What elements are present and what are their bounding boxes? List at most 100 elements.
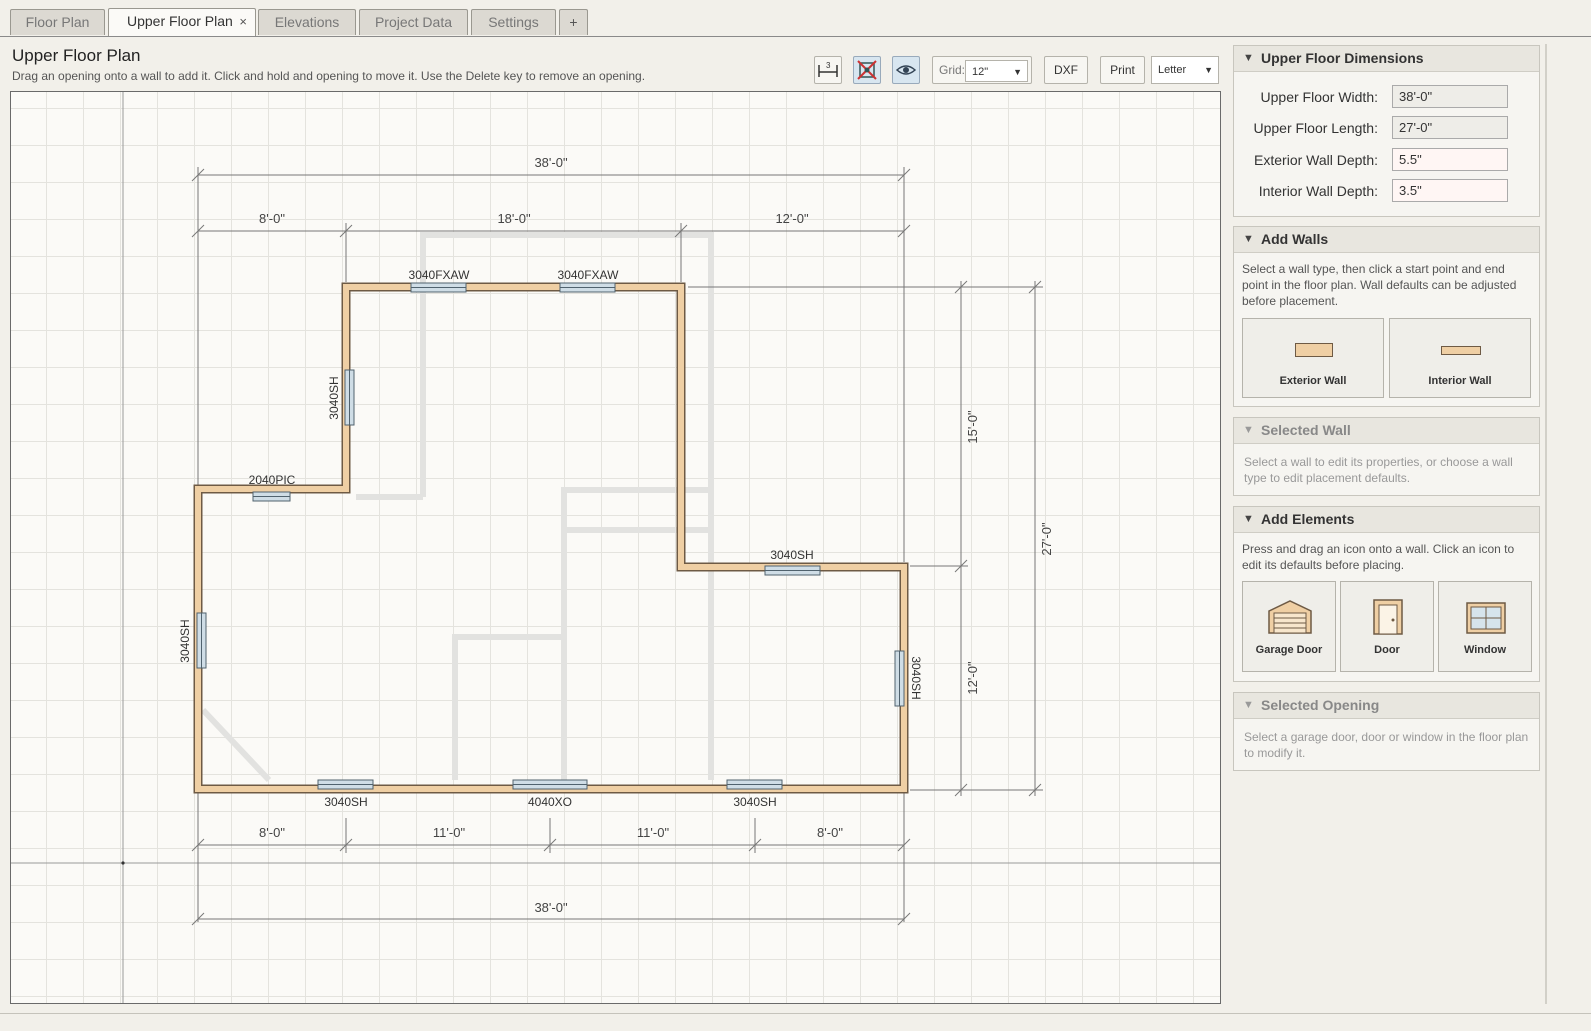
panel-header[interactable]: ▼ Selected Opening [1234,693,1539,719]
tab-settings[interactable]: Settings [471,9,556,35]
panel-description: Press and drag an icon onto a wall. Clic… [1242,542,1515,572]
interior-wall-button[interactable]: Interior Wall [1389,318,1531,398]
button-label: Interior Wall [1428,375,1492,387]
snap-toggle-button[interactable] [853,56,881,84]
dim-bottom-2: 11'-0" [433,825,466,840]
eye-icon [895,65,917,75]
tab-upper-floor-plan[interactable]: Upper Floor Plan × [108,8,256,36]
upper-floor-dimensions-panel: ▼ Upper Floor Dimensions Upper Floor Widt… [1233,45,1540,217]
dim-top-right: 12'-0" [775,211,809,226]
exterior-wall-button[interactable]: Exterior Wall [1242,318,1384,398]
panel-title: Selected Opening [1261,697,1380,713]
origin-point [121,861,125,865]
window-openings[interactable] [196,282,905,790]
label-step-window: 3040SH [770,548,813,562]
collapse-triangle-icon[interactable]: ▼ [1243,227,1254,252]
add-walls-panel: ▼ Add Walls Select a wall type, then clic… [1233,226,1540,407]
opening-labels: 3040FXAW 3040FXAW 3040SH 2040PIC 3040SH … [178,268,923,809]
add-elements-panel: ▼ Add Elements Press and drag an icon ont… [1233,506,1540,682]
window-top-2[interactable] [559,282,616,293]
exterior-wall-depth-field[interactable]: 5.5" [1392,148,1508,171]
paper-size-select[interactable]: Letter ▼ [1151,56,1219,84]
dim-bottom-4: 8'-0" [817,825,843,840]
window-top-1[interactable] [410,282,467,293]
dimension-toggle-icon: 3 [818,61,838,77]
interior-wall-icon [1441,346,1481,355]
tab-elevations[interactable]: Elevations [258,9,356,35]
window-icon [1466,602,1506,634]
floor-plan-drawing[interactable]: 38'-0" 8'-0" 18'-0" 12'-0" 8'-0" 11'-0" … [11,92,1221,1004]
window-right[interactable] [894,650,905,707]
panel-title: Add Elements [1261,511,1355,527]
close-tab-icon[interactable]: × [239,9,247,34]
panel-title: Upper Floor Dimensions [1261,50,1424,66]
dim-right-overall: 27'-0" [1039,522,1054,556]
dim-top-mid: 18'-0" [497,211,531,226]
field-label: Exterior Wall Depth: [1254,152,1378,168]
interior-wall-depth-row: Interior Wall Depth: 3.5" [1234,179,1534,203]
window-button[interactable]: Window [1438,581,1532,672]
panel-header[interactable]: ▼ Add Elements [1234,507,1539,533]
panel-title: Add Walls [1261,231,1329,247]
window-left-lower[interactable] [196,612,207,669]
door-icon [1373,599,1403,635]
tab-label: Floor Plan [25,14,90,30]
field-label: Interior Wall Depth: [1258,183,1378,199]
tab-floor-plan[interactable]: Floor Plan [10,9,105,35]
dim-right-lower: 12'-0" [965,661,980,695]
button-label: Door [1374,644,1400,656]
window-step[interactable] [764,565,821,576]
upper-floor-width-field[interactable]: 38'-0" [1392,85,1508,108]
dim-top-overall: 38'-0" [534,155,568,170]
tab-label: Settings [488,14,539,30]
tab-label: Elevations [274,14,340,30]
label-bottom-window-3: 3040SH [733,795,776,809]
tab-project-data[interactable]: Project Data [359,9,468,35]
dimension-toggle-button[interactable]: 3 [814,56,842,84]
floor-plan-canvas[interactable]: 38'-0" 8'-0" 18'-0" 12'-0" 8'-0" 11'-0" … [10,91,1221,1004]
svg-text:3: 3 [826,61,831,70]
upper-floor-length-field[interactable]: 27'-0" [1392,116,1508,139]
window-bottom-3[interactable] [726,779,783,790]
dxf-label: DXF [1054,63,1078,77]
panel-title: Selected Wall [1261,422,1351,438]
window-bottom-1[interactable] [317,779,374,790]
window-bottom-2[interactable] [512,779,588,790]
collapse-triangle-icon[interactable]: ▼ [1243,507,1254,532]
dim-right-upper: 15'-0" [965,410,980,444]
window-pic[interactable] [252,491,291,502]
label-top-window-2: 3040FXAW [558,268,620,282]
print-button[interactable]: Print [1100,56,1145,84]
chevron-down-icon: ▼ [1204,65,1213,75]
interior-wall-depth-field[interactable]: 3.5" [1392,179,1508,202]
dxf-button[interactable]: DXF [1044,56,1088,84]
panel-header[interactable]: ▼ Add Walls [1234,227,1539,253]
label-bottom-window-2: 4040XO [528,795,572,809]
snap-icon [857,60,877,80]
panel-header[interactable]: ▼ Upper Floor Dimensions [1234,46,1539,72]
panel-scrollbar[interactable] [1545,44,1547,1004]
tab-label: Upper Floor Plan [127,13,233,29]
label-right-window: 3040SH [909,656,923,699]
print-label: Print [1110,63,1135,77]
button-label: Exterior Wall [1279,375,1347,387]
grid-select[interactable]: 12" ▼ [965,60,1028,82]
collapse-triangle-icon[interactable]: ▼ [1243,418,1254,443]
selected-opening-panel: ▼ Selected Opening Select a garage door, … [1233,692,1540,771]
label-top-window-1: 3040FXAW [409,268,471,282]
grid-select-value: 12" [972,66,989,78]
panel-header[interactable]: ▼ Selected Wall [1234,418,1539,444]
exterior-wall[interactable] [193,282,909,794]
window-left-upper[interactable] [344,369,355,426]
collapse-triangle-icon[interactable]: ▼ [1243,693,1254,718]
garage-door-button[interactable]: Garage Door [1242,581,1336,672]
grid-label: Grid: [939,63,966,77]
selected-wall-panel: ▼ Selected Wall Select a wall to edit its… [1233,417,1540,496]
chevron-down-icon: ▼ [1013,67,1022,77]
door-button[interactable]: Door [1340,581,1434,672]
view-toggle-button[interactable] [892,56,920,84]
collapse-triangle-icon[interactable]: ▼ [1243,46,1254,71]
bottom-divider [0,1013,1591,1014]
add-tab-button[interactable]: + [559,9,588,35]
upper-floor-width-row: Upper Floor Width: 38'-0" [1234,85,1534,109]
